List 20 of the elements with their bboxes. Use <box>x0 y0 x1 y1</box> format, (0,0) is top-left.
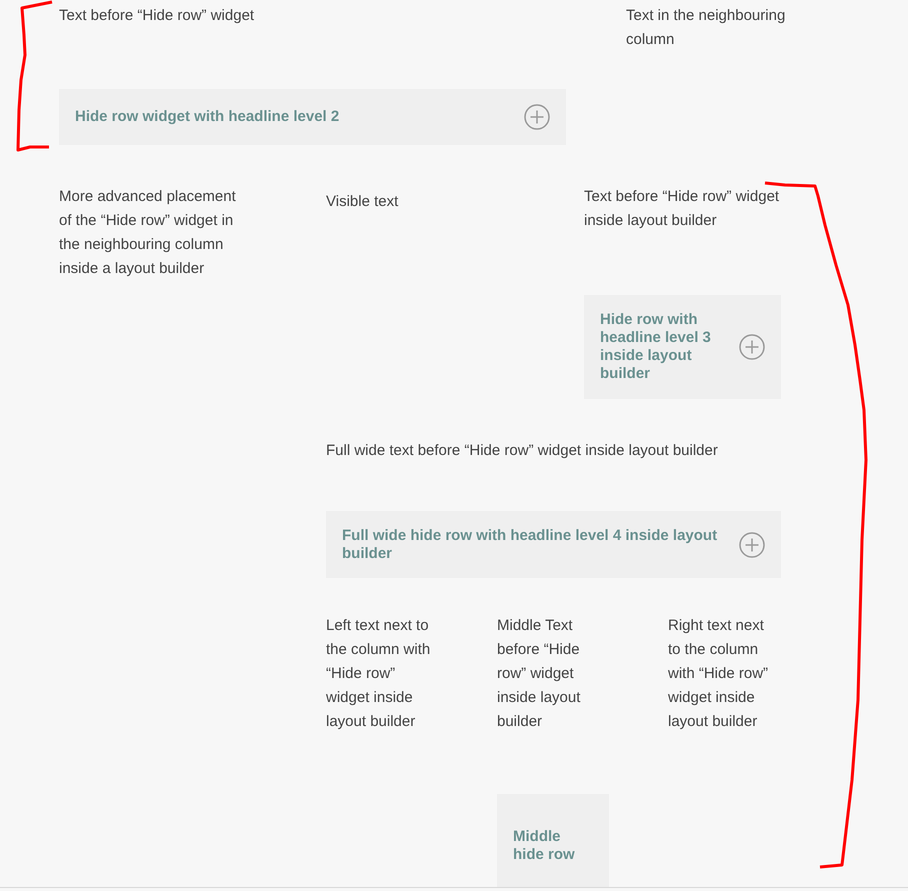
accordion-header[interactable]: Hide row widget with headline level 2 <box>59 89 566 145</box>
accordion-headline: Hide row with headline level 3 inside layout builder <box>600 311 712 383</box>
paragraph-text: More advanced placement of the “Hide row” widget in the neighbouring column inside a layout builder <box>59 187 237 279</box>
paragraph-text: Text before “Hide row” widget inside layout builder <box>584 187 780 231</box>
paragraph-text: Middle Text before “Hide row” widget inside layout builder <box>497 616 582 732</box>
accordion-headline: Middle hide row <box>513 828 576 864</box>
paragraph-text: Left text next to the column with “Hide row” widget inside layout builder <box>326 616 432 732</box>
plus-icon[interactable] <box>739 532 765 558</box>
accordion-headline: Full wide hide row with headline level 4 inside layout builder <box>342 526 718 562</box>
accordion-headline: Hide row widget with headline level 2 <box>75 108 340 126</box>
paragraph-text: Visible text <box>326 192 400 212</box>
accordion-header[interactable]: Middle hide row <box>497 794 609 887</box>
paragraph-text: Text in the neighbouring column <box>626 6 786 50</box>
paragraph-text: Full wide text before “Hide row” widget inside layout builder <box>326 441 719 461</box>
plus-icon[interactable] <box>524 104 550 130</box>
paragraph-text: Right text next to the column with “Hide row” widget inside layout builder <box>668 616 770 732</box>
paragraph-text: Text before “Hide row” widget <box>59 6 256 26</box>
accordion-header[interactable]: Full wide hide row with headline level 4 inside layout builder <box>326 511 781 578</box>
accordion-header[interactable]: Hide row with headline level 3 inside layout builder <box>584 295 781 399</box>
plus-icon[interactable] <box>739 334 765 360</box>
